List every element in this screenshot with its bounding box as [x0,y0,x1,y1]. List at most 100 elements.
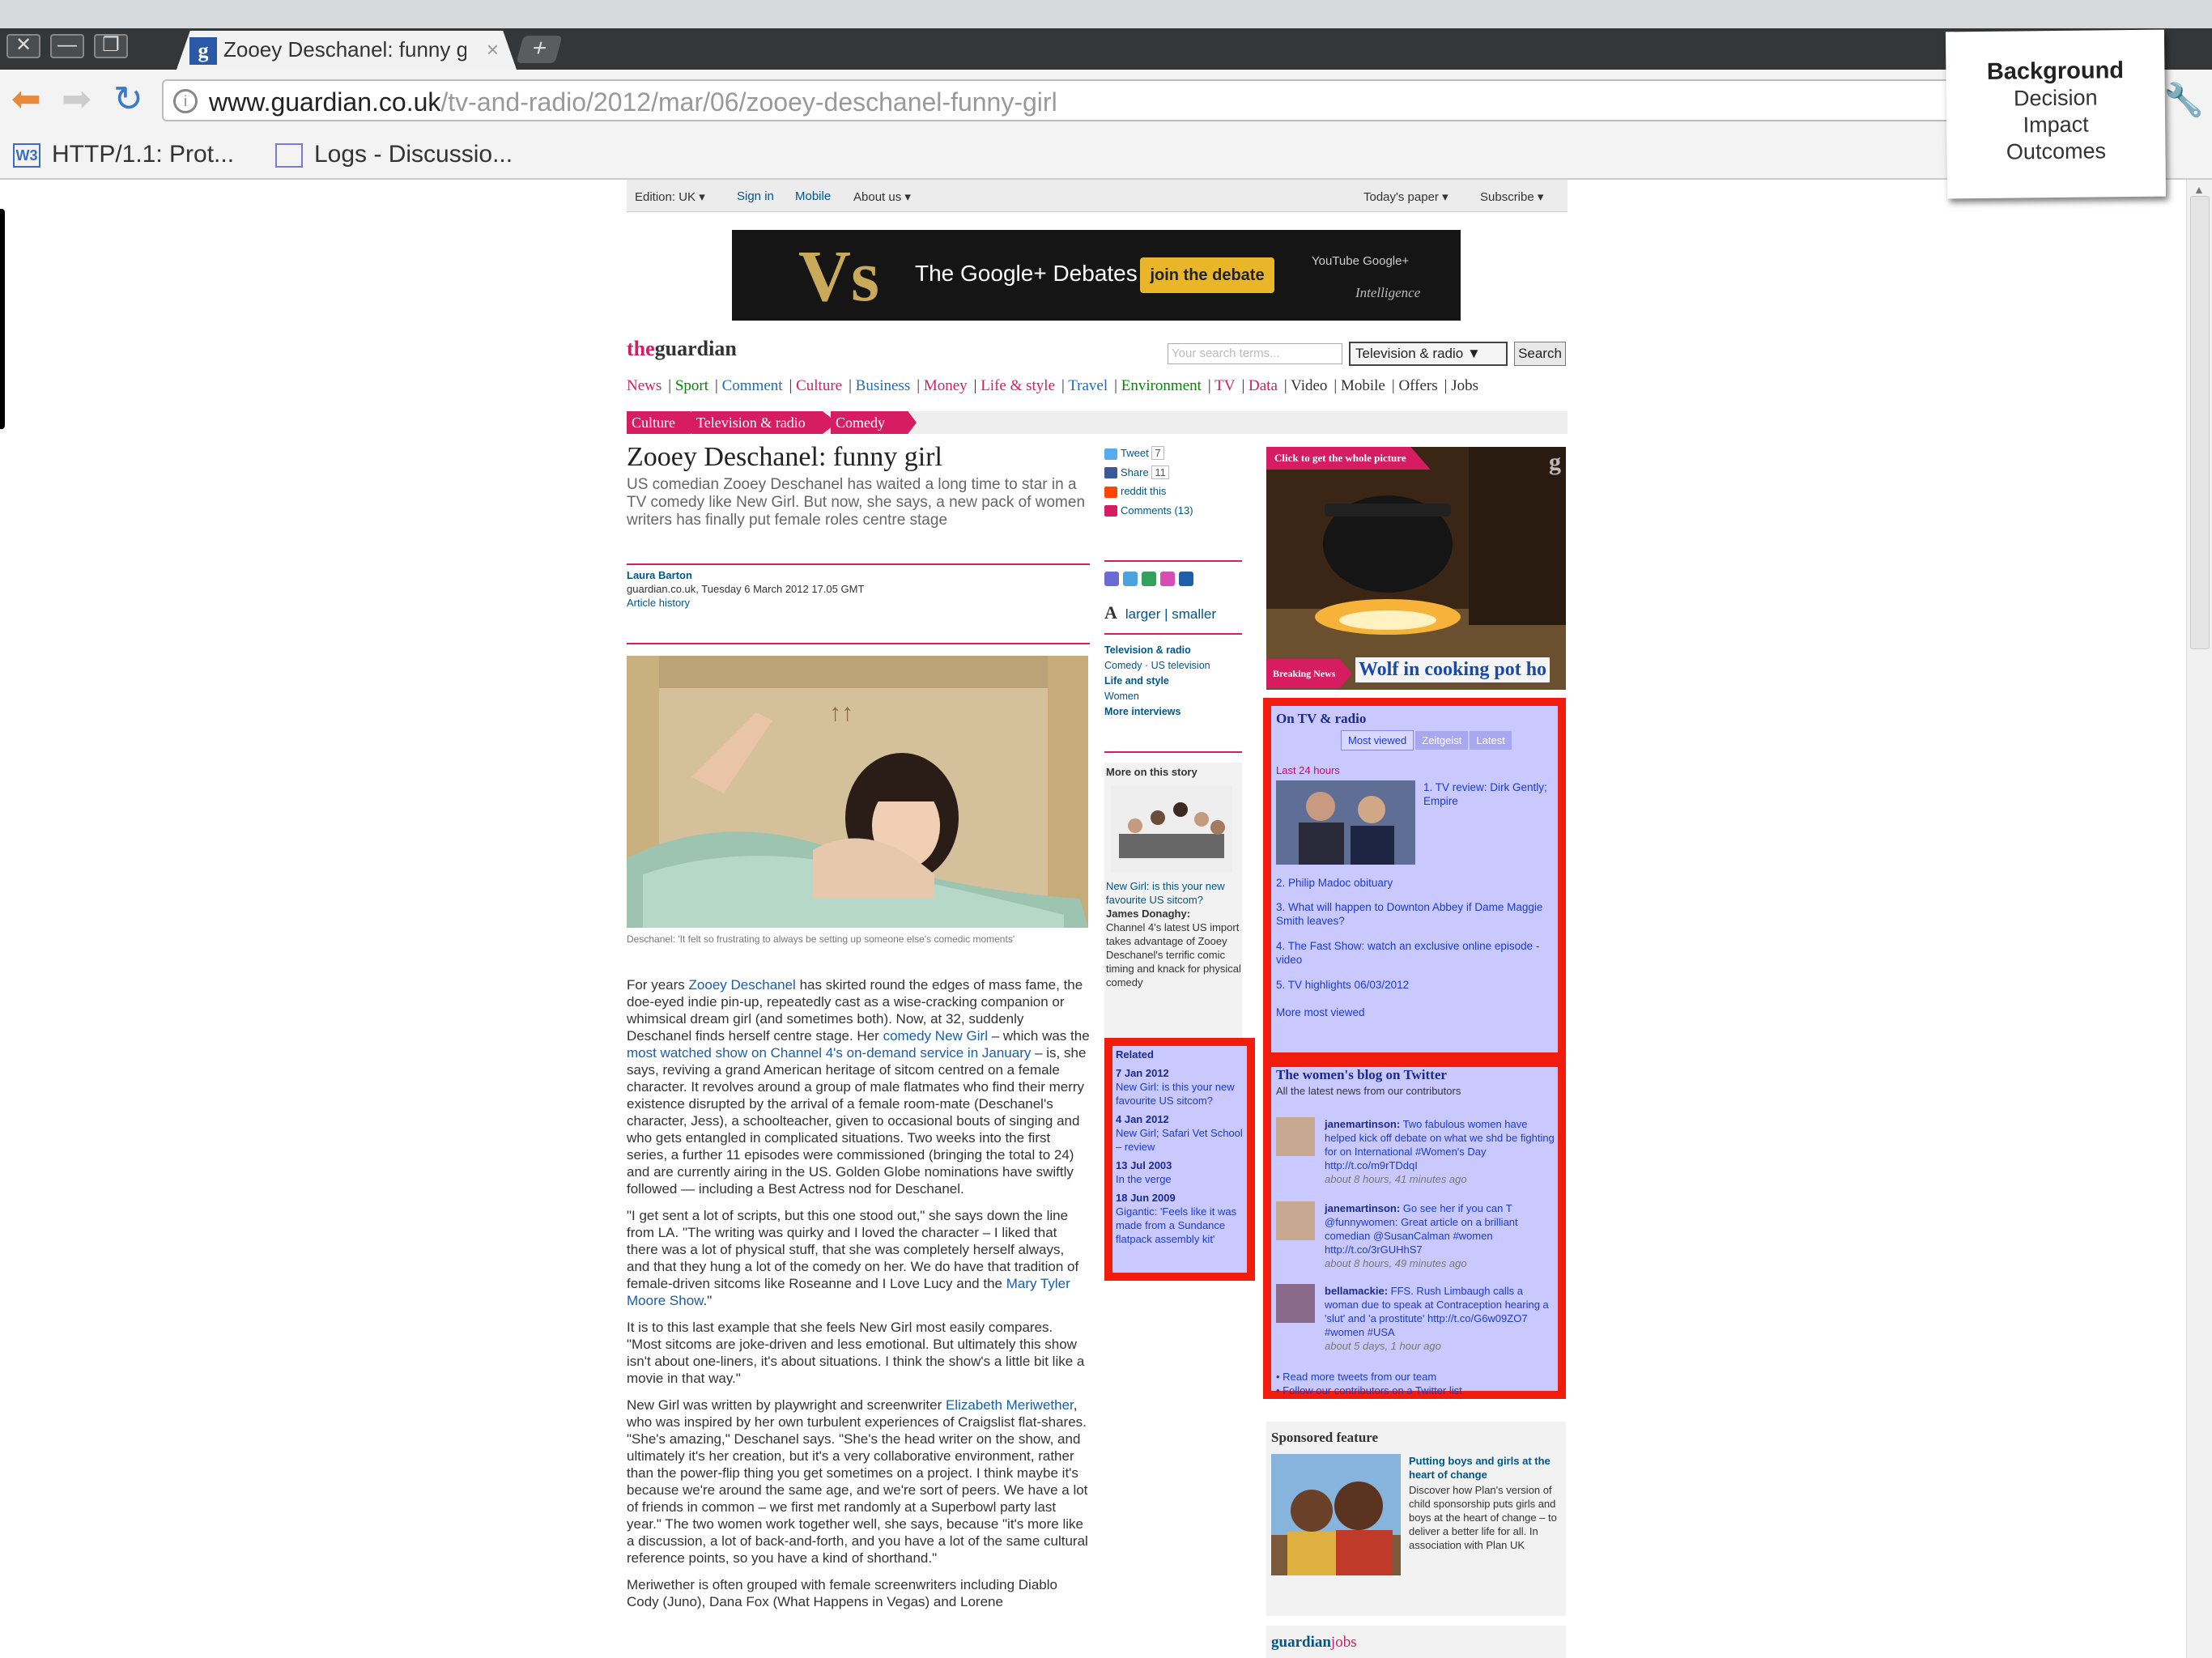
nav-item-comment[interactable]: Comment [722,377,783,394]
nav-item-tv[interactable]: TV [1214,377,1235,394]
edition-menu[interactable]: Edition: UK ▾ [635,189,705,204]
scroll-thumb[interactable] [2190,196,2210,649]
search-button[interactable]: Search [1514,342,1566,366]
keyword-items[interactable]: Comedy · US television [1104,658,1242,674]
nav-item-news[interactable]: News [627,377,661,394]
nav-item-life-style[interactable]: Life & style [981,377,1055,394]
read-more-tweets-link[interactable]: • Read more tweets from our team [1276,1370,1462,1384]
new-tab-button[interactable]: + [516,35,563,63]
zooey-deschanel-link[interactable]: Zooey Deschanel [689,977,796,993]
whole-picture-label: Click to get the whole picture [1266,447,1431,470]
children-photo[interactable] [1271,1454,1401,1575]
mobile-link[interactable]: Mobile [795,189,831,203]
new-girl-cast-image[interactable] [1111,785,1232,873]
most-viewed-item[interactable]: 5. TV highlights 06/03/2012 [1276,978,1551,992]
nav-item-culture[interactable]: Culture [796,377,842,394]
nav-item-business[interactable]: Business [856,377,911,394]
share-icon[interactable] [1142,572,1156,586]
most-viewed-item[interactable]: 1. TV review: Dirk Gently; Empire [1423,780,1550,808]
dirk-gently-thumbnail[interactable] [1276,780,1415,865]
back-arrow-icon[interactable]: ⬅ [11,79,41,120]
whole-picture-promo[interactable]: Click to get the whole picture g Breakin… [1266,447,1566,690]
nav-item-sport[interactable]: Sport [675,377,708,394]
nav-item-data[interactable]: Data [1249,377,1278,394]
channel4-link[interactable]: most watched show on Channel 4's on-dema… [627,1045,1031,1061]
signin-link[interactable]: Sign in [737,189,774,203]
keyword-heading[interactable]: More interviews [1104,704,1242,720]
search-scope-select[interactable]: Television & radio ▼ [1349,342,1508,366]
nav-item-jobs[interactable]: Jobs [1451,377,1478,394]
sponsored-headline[interactable]: Putting boys and girls at the heart of c… [1409,1454,1563,1482]
browser-tab[interactable]: g Zooey Deschanel: funny g × [177,31,517,70]
tweet-user[interactable]: bellamackie: [1325,1285,1388,1297]
keyword-items[interactable]: Women [1104,689,1242,704]
most-viewed-item[interactable]: 4. The Fast Show: watch an exclusive onl… [1276,939,1551,967]
tweet-user[interactable]: janemartinson: [1325,1118,1400,1130]
close-window-icon[interactable]: ✕ [6,34,40,58]
tab-close-icon[interactable]: × [487,37,499,62]
keyword-heading[interactable]: Life and style [1104,674,1242,689]
ad-text: The Google+ Debates [915,261,1138,286]
reddit-link[interactable]: reddit this [1104,485,1242,498]
tweet-user[interactable]: janemartinson: [1325,1202,1400,1214]
facebook-share-button[interactable]: Share 11 [1104,465,1242,479]
address-bar[interactable]: i www.guardian.co.uk/tv-and-radio/2012/m… [162,79,2162,121]
about-menu[interactable]: About us ▾ [853,189,911,204]
minimize-window-icon[interactable]: — [50,34,84,58]
text-size-label[interactable]: larger | smaller [1125,606,1216,622]
related-link[interactable]: In the verge [1116,1172,1245,1186]
related-link[interactable]: New Girl; Safari Vet School – review [1116,1126,1245,1154]
google-debates-ad[interactable]: Vs The Google+ Debates join the debate Y… [732,230,1461,321]
guardian-jobs-box[interactable]: guardianjobs [1266,1626,1566,1658]
most-viewed-item[interactable]: 3. What will happen to Downton Abbey if … [1276,900,1551,928]
join-debate-button[interactable]: join the debate [1140,257,1274,293]
scroll-up-icon[interactable]: ▲ [2193,183,2205,196]
avatar[interactable] [1276,1284,1315,1323]
restore-window-icon[interactable]: ❐ [94,34,128,58]
nav-item-travel[interactable]: Travel [1068,377,1108,394]
tab-latest[interactable]: Latest [1470,731,1512,750]
text-size-control[interactable]: Alarger | smaller [1104,602,1216,623]
comments-link[interactable]: Comments (13) [1104,504,1242,517]
wrench-menu-icon[interactable]: 🔧 [2163,81,2204,119]
search-input[interactable]: Your search terms... [1168,343,1342,364]
article-history-link[interactable]: Article history [627,596,1096,610]
related-link[interactable]: Gigantic: 'Feels like it was made from a… [1116,1205,1245,1246]
nav-item-video[interactable]: Video [1291,377,1327,394]
more-story-link[interactable]: New Girl: is this your new favourite US … [1106,879,1242,907]
breadcrumb-comedy[interactable]: Comedy [831,411,917,434]
print-icon[interactable] [1104,572,1119,586]
scrollbar[interactable]: ▲ [2186,180,2212,1658]
avatar[interactable] [1276,1117,1315,1156]
nav-item-money[interactable]: Money [924,377,968,394]
follow-contributors-link[interactable]: • Follow our contributors on a Twitter l… [1276,1384,1462,1397]
nav-item-environment[interactable]: Environment [1121,377,1202,394]
avatar[interactable] [1276,1201,1315,1240]
nav-item-offers[interactable]: Offers [1398,377,1437,394]
tab-most-viewed[interactable]: Most viewed [1341,730,1414,750]
forward-arrow-icon[interactable]: ➡ [62,79,91,120]
todays-paper-menu[interactable]: Today's paper ▾ [1363,189,1448,204]
elizabeth-meriwether-link[interactable]: Elizabeth Meriwether [946,1397,1074,1413]
more-most-viewed-link[interactable]: More most viewed [1276,1005,1551,1019]
guardian-logo[interactable]: theguardian [627,337,737,361]
clip-icon[interactable] [1160,572,1175,586]
bookmark-logs[interactable]: Logs - Discussio... [275,141,513,168]
related-link[interactable]: New Girl: is this your new favourite US … [1116,1080,1245,1107]
bookmark-icon[interactable] [1179,572,1193,586]
breadcrumb-television-radio[interactable]: Television & radio [691,411,837,434]
tab-zeitgeist[interactable]: Zeitgeist [1415,731,1469,750]
subscribe-menu[interactable]: Subscribe ▾ [1480,189,1543,204]
tweet-button[interactable]: Tweet 7 [1104,446,1242,460]
bookmark-http[interactable]: W3 HTTP/1.1: Prot... [13,141,234,168]
page-info-icon[interactable]: i [173,89,198,113]
new-girl-link[interactable]: comedy New Girl [883,1028,988,1044]
most-viewed-item[interactable]: 2. Philip Madoc obituary [1276,876,1551,890]
reload-icon[interactable]: ↻ [113,79,143,120]
breadcrumb-culture[interactable]: Culture [627,411,698,434]
author-link[interactable]: Laura Barton [627,568,1096,582]
keyword-heading[interactable]: Television & radio [1104,643,1242,658]
nav-item-mobile[interactable]: Mobile [1341,377,1385,394]
promo-headline[interactable]: Wolf in cooking pot ho [1355,657,1551,682]
email-icon[interactable] [1123,572,1138,586]
